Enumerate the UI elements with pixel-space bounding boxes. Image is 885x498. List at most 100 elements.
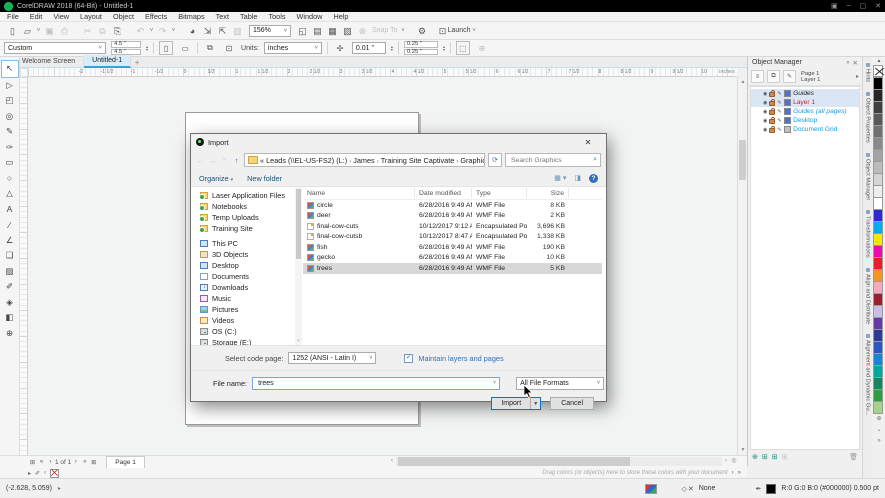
scroll-right-icon[interactable]: ›: [732, 470, 734, 476]
object-manager-row[interactable]: - ◉ ✎ Desktop: [751, 116, 859, 125]
menu-item[interactable]: Edit: [30, 12, 43, 21]
all-pages-icon[interactable]: ⧉: [203, 41, 217, 55]
menu-item[interactable]: Effects: [145, 12, 167, 21]
toolbar-icon[interactable]: ⎘: [110, 24, 125, 38]
sidebar-folder-item[interactable]: Temp Uploads: [191, 212, 295, 223]
toolbar-icon[interactable]: ▥: [230, 24, 245, 38]
toolbar-icon[interactable]: ▣: [42, 24, 57, 38]
eyedropper-icon[interactable]: ✐: [35, 470, 40, 477]
docker-close-icon[interactable]: ✕: [853, 59, 858, 67]
lock-icon[interactable]: [769, 92, 775, 98]
color-swatch[interactable]: [873, 401, 883, 414]
new-folder-button[interactable]: New folder: [247, 174, 282, 183]
toolbox-tool[interactable]: ◧: [2, 310, 18, 326]
code-page-combo[interactable]: 1252 (ANSI - Latin I)˅: [288, 352, 376, 364]
delete-layer-icon[interactable]: 🗑︎: [849, 453, 858, 461]
toolbar-icon[interactable]: ▦: [325, 24, 340, 38]
breadcrumb-segment[interactable]: Training Site Captivate: [381, 156, 455, 165]
add-page-icon[interactable]: ⊞: [89, 459, 98, 466]
search-box[interactable]: ⌕: [505, 153, 601, 167]
visibility-eye-icon[interactable]: ◉: [763, 91, 767, 97]
refresh-icon[interactable]: ⟳: [488, 153, 502, 167]
scrollbar-thumb[interactable]: [398, 457, 630, 466]
page-size-stepper[interactable]: ▴▾: [146, 45, 148, 52]
toolbox-tool[interactable]: ✑: [2, 140, 18, 156]
sidebar-folder-item[interactable]: Pictures: [191, 304, 295, 315]
sidebar-folder-item[interactable]: Documents: [191, 271, 295, 282]
docker-tab[interactable]: Transformations: [865, 210, 871, 258]
sidebar-folder-item[interactable]: This PC: [191, 238, 295, 249]
file-name-input[interactable]: [256, 379, 493, 388]
dialog-title-bar[interactable]: Import ✕: [191, 134, 606, 150]
sidebar-folder-item[interactable]: Videos: [191, 315, 295, 326]
visibility-eye-icon[interactable]: ◉: [763, 109, 767, 115]
toolbox-tool[interactable]: ❏: [2, 248, 18, 264]
window-control-button[interactable]: ✕: [875, 2, 881, 10]
visibility-eye-icon[interactable]: ◉: [763, 118, 767, 124]
new-master-layer-all-icon[interactable]: ⊞: [762, 453, 768, 461]
layer-color-chip[interactable]: [784, 108, 792, 116]
toolbar-icon[interactable]: ▤: [310, 24, 325, 38]
docker-tab[interactable]: Align and Distribute: [865, 268, 871, 324]
page-tab[interactable]: Page 1: [106, 456, 145, 469]
toolbar-icon[interactable]: ↶: [133, 24, 148, 38]
toolbox-tool[interactable]: ○: [2, 171, 18, 187]
first-page-icon[interactable]: «: [37, 459, 46, 465]
column-size[interactable]: Size: [527, 188, 569, 198]
palette-expand-icon[interactable]: »: [738, 470, 741, 476]
document-tab[interactable]: Welcome Screen: [14, 56, 84, 67]
docker-tab[interactable]: Alignment and Dynamic Gu...: [865, 334, 871, 415]
breadcrumb-segment[interactable]: Graphics: [460, 156, 485, 165]
docker-tab[interactable]: Object Manager: [865, 153, 871, 200]
nudge-field[interactable]: 0.01 ": [352, 42, 386, 54]
toolbox-tool[interactable]: ✎: [2, 124, 18, 140]
menu-item[interactable]: Help: [333, 12, 348, 21]
file-list-header[interactable]: Name Date modified Type Size: [303, 187, 602, 200]
up-one-level-icon[interactable]: ↑: [232, 156, 241, 165]
file-row[interactable]: circle 6/28/2016 9:49 AM WMF File 8 KB: [303, 200, 602, 211]
units-combo[interactable]: inches˅: [264, 42, 322, 54]
layer-color-chip[interactable]: [784, 90, 792, 98]
toolbar-icon[interactable]: ˅: [35, 24, 42, 38]
toolbox-tool[interactable]: △: [2, 186, 18, 202]
breadcrumb-segment[interactable]: James: [353, 156, 375, 165]
new-master-layer-odd-icon[interactable]: ⊞: [772, 453, 778, 461]
toolbar-icon[interactable]: ˅: [170, 24, 177, 38]
lock-icon[interactable]: [769, 101, 775, 107]
snap-to-button[interactable]: Snap To: [372, 27, 398, 34]
palette-scroll-down-icon[interactable]: ⌄: [873, 425, 885, 436]
sidebar-folder-item[interactable]: Desktop: [191, 260, 295, 271]
printable-pencil-icon[interactable]: ✎: [777, 109, 781, 115]
file-row[interactable]: gecko 6/28/2016 9:49 AM WMF File 10 KB: [303, 253, 602, 264]
toolbar-icon[interactable]: ▧: [340, 24, 355, 38]
palette-expand-icon[interactable]: »: [873, 436, 885, 447]
toolbar-icon[interactable]: ⎙: [57, 24, 72, 38]
file-row[interactable]: deer 6/28/2016 9:49 AM WMF File 2 KB: [303, 211, 602, 222]
menu-item[interactable]: File: [7, 12, 19, 21]
horizontal-ruler[interactable]: inches -2-1 1/2-1-1/201/211 1/222 1/233 …: [28, 68, 737, 77]
launch-button[interactable]: Launch: [448, 27, 471, 34]
file-row[interactable]: final-cow-cuts 10/12/2017 9:12 AM Encaps…: [303, 221, 602, 232]
nudge-stepper[interactable]: ▴▾: [391, 45, 393, 52]
dialog-close-icon[interactable]: ✕: [575, 138, 601, 147]
ruler-origin-box[interactable]: [20, 68, 28, 77]
file-row[interactable]: fish 6/28/2016 9:49 AM WMF File 190 KB: [303, 242, 602, 253]
sidebar-folder-item[interactable]: Laser Application Files: [191, 190, 295, 201]
flyout-arrow-icon[interactable]: ▸: [28, 470, 31, 477]
previous-page-icon[interactable]: ‹: [46, 459, 55, 465]
view-mode-icon[interactable]: ▦ ▾: [554, 174, 566, 182]
toolbar-icon[interactable]: ◱: [295, 24, 310, 38]
help-icon[interactable]: ?: [589, 174, 598, 183]
zoom-level-combo[interactable]: 156%˅: [249, 25, 291, 37]
menu-item[interactable]: Layout: [80, 12, 102, 21]
toolbar-icon[interactable]: ↷: [155, 24, 170, 38]
menu-item[interactable]: Text: [216, 12, 229, 21]
window-control-button[interactable]: ▢: [860, 2, 867, 10]
scrollbar-thumb[interactable]: [739, 140, 746, 180]
canvas-vertical-scrollbar[interactable]: ▲ ▼: [737, 77, 747, 455]
scroll-down-icon[interactable]: ˅: [295, 337, 302, 345]
sidebar-folder-item[interactable]: Music: [191, 293, 295, 304]
layer-manager-view-icon[interactable]: ≡: [751, 70, 764, 83]
maintain-layers-checkbox[interactable]: [404, 354, 413, 363]
menu-item[interactable]: Bitmaps: [178, 12, 204, 21]
